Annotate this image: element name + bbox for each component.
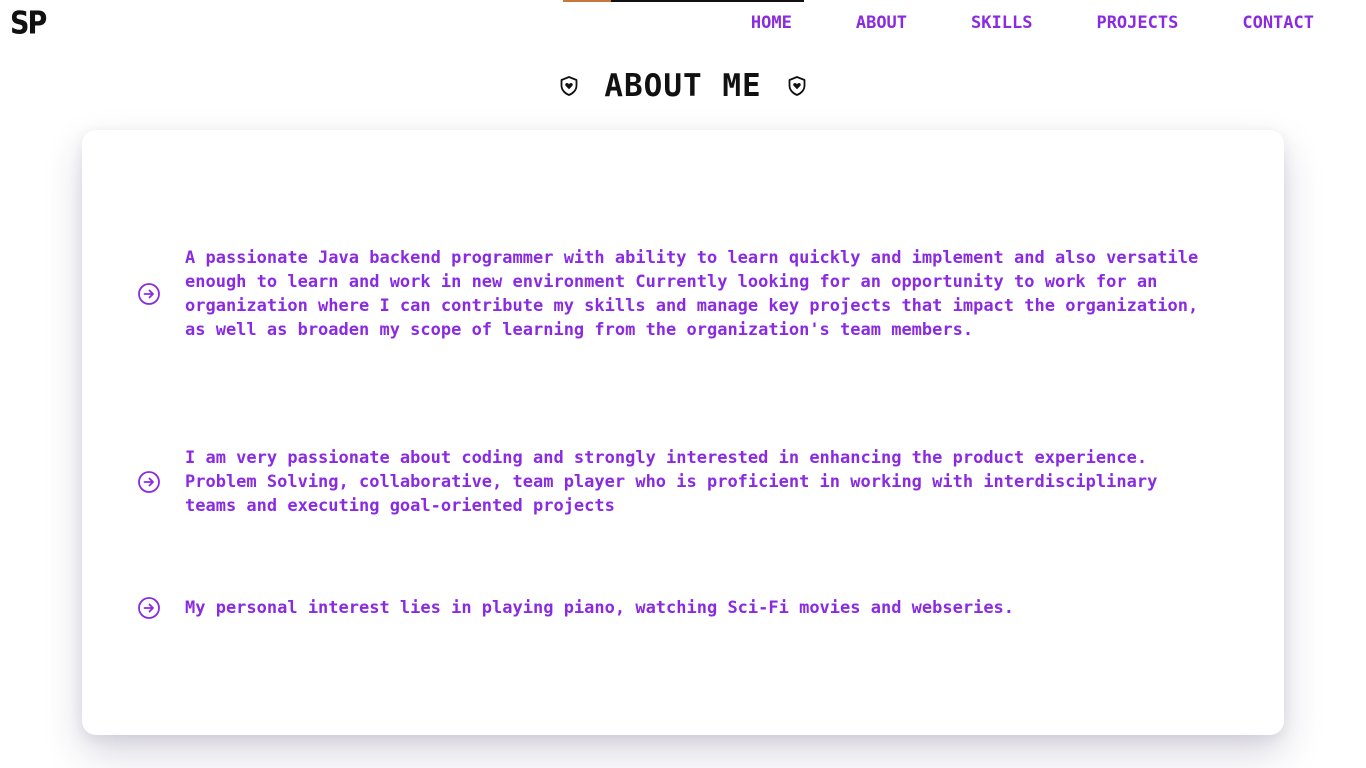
about-card: A passionate Java backend programmer wit…	[82, 130, 1284, 735]
arrow-circle-right-icon	[138, 471, 160, 493]
scroll-progress-accent	[563, 0, 611, 2]
nav-home-link[interactable]: HOME	[751, 13, 792, 39]
section-heading: ABOUT ME	[0, 68, 1366, 104]
arrow-circle-right-icon	[138, 597, 160, 619]
about-paragraph: A passionate Java backend programmer wit…	[185, 248, 1199, 340]
nav-contact-link[interactable]: CONTACT	[1242, 13, 1314, 39]
list-item: My personal interest lies in playing pia…	[137, 596, 1217, 620]
site-logo[interactable]: SP	[10, 6, 47, 42]
nav-about-link[interactable]: ABOUT	[856, 13, 907, 39]
about-paragraph: My personal interest lies in playing pia…	[185, 598, 1015, 618]
scroll-progress-bar	[563, 0, 804, 2]
nav-projects-link[interactable]: PROJECTS	[1096, 13, 1178, 39]
main-nav: HOME ABOUT SKILLS PROJECTS CONTACT	[751, 13, 1366, 39]
shield-heart-icon	[560, 76, 578, 96]
arrow-circle-right-icon	[138, 283, 160, 305]
about-paragraph: I am very passionate about coding and st…	[185, 448, 1158, 516]
shield-heart-icon	[788, 76, 806, 96]
list-item: A passionate Java backend programmer wit…	[137, 246, 1217, 342]
nav-skills-link[interactable]: SKILLS	[971, 13, 1032, 39]
list-item: I am very passionate about coding and st…	[137, 446, 1217, 518]
page-title: ABOUT ME	[604, 68, 762, 104]
